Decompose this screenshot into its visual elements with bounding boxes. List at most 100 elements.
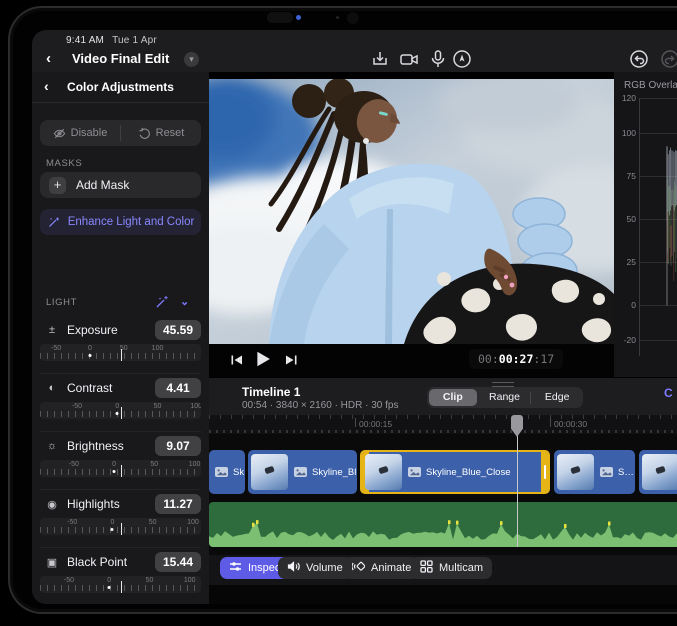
slider-highlights: ◉Highlights11.27-50050100 — [32, 490, 209, 548]
clip-skyline_blue_wide[interactable]: Skyline_Blue_Wide — [248, 450, 357, 494]
import-icon[interactable] — [369, 48, 391, 70]
slider-tick-label: 50 — [150, 461, 158, 468]
clip-sk……[interactable]: Sk…… — [209, 450, 245, 494]
inspect-icon — [229, 560, 242, 576]
camera-pill — [267, 12, 293, 23]
video-viewer[interactable]: 00:00:27:17 — [209, 72, 614, 377]
audio-waveform — [209, 502, 677, 547]
slider-tick-label: 100 — [190, 403, 201, 410]
scope-waveform — [639, 92, 677, 367]
playhead-line[interactable] — [517, 434, 519, 547]
disable-button[interactable]: Disable — [40, 120, 120, 146]
slider-origin-dot — [113, 470, 116, 473]
multicam-button[interactable]: Multicam — [411, 557, 492, 579]
auto-enhance-icon[interactable] — [154, 294, 170, 310]
clip-skyline_blue_close[interactable]: Skyline_Blue_Close — [360, 450, 550, 494]
contrast-icon: ◐ — [44, 382, 60, 394]
trim-handle-right[interactable] — [541, 452, 548, 492]
microphone-icon[interactable] — [427, 48, 449, 70]
slider-label-row: ±Exposure45.59 — [40, 318, 201, 342]
clip-thumbnail — [251, 454, 288, 490]
clip-name: Sk…… — [233, 467, 245, 478]
light-section-label: LIGHT — [46, 297, 77, 308]
bottom-toolbar: InspectVolumeAnimateMulticam — [209, 555, 677, 585]
ruler-timecode-label: 00:00:30 — [554, 419, 587, 429]
animate-button[interactable]: Animate — [343, 557, 420, 579]
mode-edge[interactable]: Edge — [533, 389, 581, 406]
camera-icon[interactable] — [398, 48, 420, 70]
timeline-header: Timeline 1 00:54 · 3840 × 2160 · HDR · 3… — [209, 377, 677, 415]
slider-ruler[interactable]: -50050100 — [40, 576, 201, 593]
scope-tick-label: 50 — [627, 214, 636, 224]
rgb-overlay-scope: RGB Overlay 1201007550250-20 — [614, 72, 677, 377]
pencil-circle-icon[interactable] — [451, 48, 473, 70]
skip-back-icon[interactable] — [229, 352, 245, 368]
masks-section-label: MASKS — [46, 158, 82, 169]
disable-reset-group: Disable Reset — [40, 120, 201, 146]
toolbar-button-label: Multicam — [439, 562, 483, 574]
slider-tick-label: 0 — [115, 403, 119, 410]
slider-tick-label: 0 — [112, 461, 116, 468]
plus-icon: + — [49, 177, 66, 194]
slider-ruler[interactable]: -50050100 — [40, 460, 201, 477]
slider-value[interactable]: 9.07 — [155, 436, 201, 456]
slider-label: Exposure — [67, 323, 155, 337]
edit-mode-switcher: ClipRangeEdge — [427, 387, 583, 408]
slider-value[interactable]: 15.44 — [155, 552, 201, 572]
slider-label-row: ◐ Contrast4.41 — [40, 376, 201, 400]
ruler-separator — [355, 418, 356, 427]
audio-track[interactable] — [209, 502, 677, 547]
clip-s……[interactable]: S…… — [554, 450, 635, 494]
clip-name: S…… — [618, 467, 635, 478]
slider-ruler[interactable]: -50050100 — [40, 344, 201, 361]
undo-icon[interactable] — [628, 48, 650, 70]
reset-button[interactable]: Reset — [121, 120, 201, 146]
slider-contrast: ◐Contrast4.41-50050100 — [32, 374, 209, 432]
timecode-segment: 00: — [478, 352, 499, 366]
slider-value-pointer — [121, 465, 123, 477]
slider-value[interactable]: 4.41 — [155, 378, 201, 398]
skip-forward-icon[interactable] — [283, 352, 299, 368]
slider-label-row: ☼Brightness9.07 — [40, 434, 201, 458]
clip-name: Skyline_Blue_Close — [426, 467, 511, 478]
ruler-timecode-label: 00:00:15 — [359, 419, 392, 429]
scope-tick-label: 0 — [631, 300, 636, 310]
slider-tick-label: -50 — [67, 519, 77, 526]
timecode-display[interactable]: 00:00:27:17 — [469, 349, 563, 369]
slider-ruler[interactable]: -50050100 — [40, 518, 201, 535]
redo-icon[interactable] — [659, 48, 677, 70]
add-mask-button[interactable]: + Add Mask — [40, 172, 201, 198]
top-bar: 9:41 AM Tue 1 Apr ‹ Video Final Edit ▾ — [32, 30, 677, 72]
status-date: Tue 1 Apr — [112, 35, 157, 46]
ruler-separator — [550, 418, 551, 427]
slider-tick-label: 0 — [107, 577, 111, 584]
truncated-right-button[interactable]: C — [664, 386, 673, 400]
volume-button[interactable]: Volume — [278, 557, 352, 579]
chevron-down-icon[interactable]: ▾ — [184, 52, 199, 67]
slider-ruler[interactable]: -50050100 — [40, 402, 201, 419]
back-icon[interactable]: ‹ — [46, 51, 62, 67]
play-icon[interactable] — [253, 349, 273, 369]
slider-value[interactable]: 45.59 — [155, 320, 201, 340]
timeline-ruler[interactable]: 00:00:15 00:00:30 — [209, 415, 677, 434]
status-time: 9:41 AM — [66, 35, 104, 46]
slider-label: Black Point — [67, 555, 155, 569]
eye-slash-icon — [53, 127, 66, 140]
slider-tick-label: 0 — [110, 519, 114, 526]
clip-partial[interactable] — [639, 450, 677, 494]
slider-label: Contrast — [67, 381, 155, 395]
slider-value[interactable]: 11.27 — [155, 494, 201, 514]
slider-black-point: ▣Black Point15.44-50050100 — [32, 548, 209, 604]
project-title[interactable]: Video Final Edit — [72, 51, 169, 66]
scope-tick-label: -20 — [624, 335, 636, 345]
tablet-device-frame: 9:41 AM Tue 1 Apr ‹ Video Final Edit ▾ — [8, 6, 677, 614]
volume-icon — [287, 560, 300, 576]
camera-indicator-dot — [296, 15, 301, 20]
mode-range[interactable]: Range — [481, 389, 529, 406]
timecode-segment: 00:27 — [499, 352, 534, 366]
collapse-chevron-icon[interactable]: ⌄ — [180, 295, 189, 308]
enhance-light-color-button[interactable]: Enhance Light and Color — [40, 209, 201, 235]
light-section-header: LIGHT ⌄ — [32, 294, 209, 312]
mode-clip[interactable]: Clip — [429, 389, 477, 406]
clip-name: Skyline_Blue_Wide — [312, 467, 357, 478]
